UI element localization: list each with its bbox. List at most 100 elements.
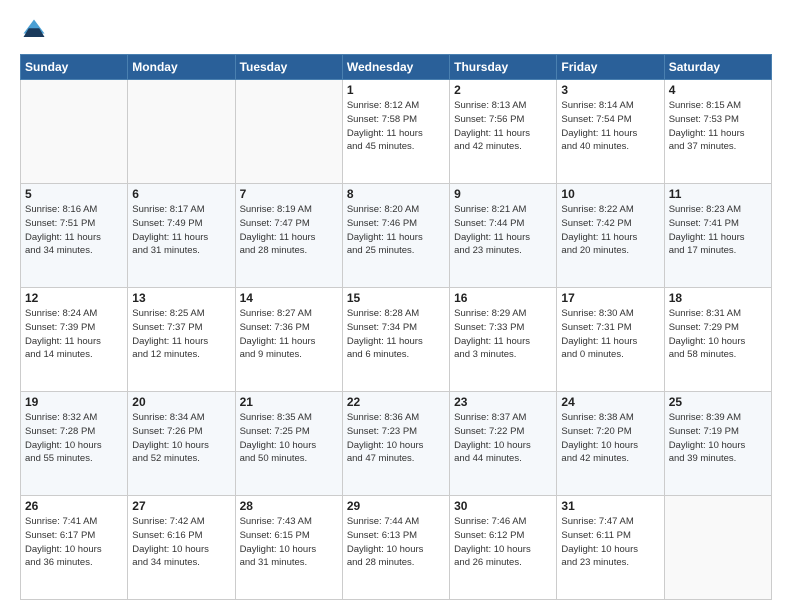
day-number: 26 [25, 499, 123, 513]
day-number: 23 [454, 395, 552, 409]
day-number: 20 [132, 395, 230, 409]
calendar-cell-5-6: 31 Sunrise: 7:47 AMSunset: 6:11 PMDayligh… [557, 496, 664, 600]
week-row-5: 26Sunrise: 7:41 AMSunset: 6:17 PMDayligh… [21, 496, 772, 600]
day-number: 3 [561, 83, 659, 97]
calendar-cell-2-3: 7 Sunrise: 8:19 AMSunset: 7:47 PMDaylight… [235, 184, 342, 288]
week-row-3: 12 Sunrise: 8:24 AMSunset: 7:39 PMDayligh… [21, 288, 772, 392]
day-number: 4 [669, 83, 767, 97]
day-number: 2 [454, 83, 552, 97]
calendar-cell-2-1: 5 Sunrise: 8:16 AMSunset: 7:51 PMDaylight… [21, 184, 128, 288]
week-row-4: 19 Sunrise: 8:32 AMSunset: 7:28 PMDayligh… [21, 392, 772, 496]
day-number: 27 [132, 499, 230, 513]
day-info: Sunrise: 8:17 AMSunset: 7:49 PMDaylight:… [132, 203, 230, 258]
weekday-header-row: SundayMondayTuesdayWednesdayThursdayFrid… [21, 55, 772, 80]
day-number: 31 [561, 499, 659, 513]
week-row-2: 5 Sunrise: 8:16 AMSunset: 7:51 PMDaylight… [21, 184, 772, 288]
day-info: Sunrise: 8:12 AMSunset: 7:58 PMDaylight:… [347, 99, 445, 154]
weekday-header-tuesday: Tuesday [235, 55, 342, 80]
weekday-header-saturday: Saturday [664, 55, 771, 80]
day-number: 28 [240, 499, 338, 513]
day-info: Sunrise: 8:29 AMSunset: 7:33 PMDaylight:… [454, 307, 552, 362]
day-number: 17 [561, 291, 659, 305]
day-number: 22 [347, 395, 445, 409]
logo-icon [20, 16, 48, 44]
day-number: 14 [240, 291, 338, 305]
calendar-cell-2-2: 6 Sunrise: 8:17 AMSunset: 7:49 PMDaylight… [128, 184, 235, 288]
day-number: 10 [561, 187, 659, 201]
calendar-cell-5-5: 30 Sunrise: 7:46 AMSunset: 6:12 PMDayligh… [450, 496, 557, 600]
calendar-cell-1-4: 1 Sunrise: 8:12 AMSunset: 7:58 PMDaylight… [342, 80, 449, 184]
day-number: 15 [347, 291, 445, 305]
calendar-cell-4-7: 25 Sunrise: 8:39 AMSunset: 7:19 PMDayligh… [664, 392, 771, 496]
day-number: 19 [25, 395, 123, 409]
day-number: 9 [454, 187, 552, 201]
day-number: 25 [669, 395, 767, 409]
calendar-cell-2-4: 8 Sunrise: 8:20 AMSunset: 7:46 PMDaylight… [342, 184, 449, 288]
calendar-cell-4-3: 21 Sunrise: 8:35 AMSunset: 7:25 PMDayligh… [235, 392, 342, 496]
calendar-cell-5-1: 26Sunrise: 7:41 AMSunset: 6:17 PMDayligh… [21, 496, 128, 600]
day-info: Sunrise: 8:35 AMSunset: 7:25 PMDaylight:… [240, 411, 338, 466]
day-number: 7 [240, 187, 338, 201]
calendar-cell-1-5: 2 Sunrise: 8:13 AMSunset: 7:56 PMDaylight… [450, 80, 557, 184]
day-info: Sunrise: 8:19 AMSunset: 7:47 PMDaylight:… [240, 203, 338, 258]
day-info: Sunrise: 8:36 AMSunset: 7:23 PMDaylight:… [347, 411, 445, 466]
weekday-header-wednesday: Wednesday [342, 55, 449, 80]
day-info: Sunrise: 8:39 AMSunset: 7:19 PMDaylight:… [669, 411, 767, 466]
logo [20, 16, 52, 44]
weekday-header-sunday: Sunday [21, 55, 128, 80]
calendar-cell-4-4: 22 Sunrise: 8:36 AMSunset: 7:23 PMDayligh… [342, 392, 449, 496]
day-number: 16 [454, 291, 552, 305]
day-number: 12 [25, 291, 123, 305]
day-info: Sunrise: 8:38 AMSunset: 7:20 PMDaylight:… [561, 411, 659, 466]
day-info: Sunrise: 8:22 AMSunset: 7:42 PMDaylight:… [561, 203, 659, 258]
calendar-cell-3-1: 12 Sunrise: 8:24 AMSunset: 7:39 PMDayligh… [21, 288, 128, 392]
day-number: 5 [25, 187, 123, 201]
day-number: 8 [347, 187, 445, 201]
day-number: 11 [669, 187, 767, 201]
calendar-cell-3-2: 13Sunrise: 8:25 AMSunset: 7:37 PMDayligh… [128, 288, 235, 392]
day-info: Sunrise: 8:15 AMSunset: 7:53 PMDaylight:… [669, 99, 767, 154]
day-number: 30 [454, 499, 552, 513]
day-info: Sunrise: 8:21 AMSunset: 7:44 PMDaylight:… [454, 203, 552, 258]
day-info: Sunrise: 8:14 AMSunset: 7:54 PMDaylight:… [561, 99, 659, 154]
calendar-cell-5-4: 29 Sunrise: 7:44 AMSunset: 6:13 PMDayligh… [342, 496, 449, 600]
header [20, 16, 772, 44]
day-info: Sunrise: 8:13 AMSunset: 7:56 PMDaylight:… [454, 99, 552, 154]
calendar-cell-4-6: 24 Sunrise: 8:38 AMSunset: 7:20 PMDayligh… [557, 392, 664, 496]
day-number: 29 [347, 499, 445, 513]
day-info: Sunrise: 7:42 AMSunset: 6:16 PMDaylight:… [132, 515, 230, 570]
day-number: 18 [669, 291, 767, 305]
calendar-cell-2-5: 9 Sunrise: 8:21 AMSunset: 7:44 PMDaylight… [450, 184, 557, 288]
day-info: Sunrise: 8:37 AMSunset: 7:22 PMDaylight:… [454, 411, 552, 466]
weekday-header-monday: Monday [128, 55, 235, 80]
calendar-cell-1-7: 4 Sunrise: 8:15 AMSunset: 7:53 PMDaylight… [664, 80, 771, 184]
day-info: Sunrise: 7:47 AMSunset: 6:11 PMDaylight:… [561, 515, 659, 570]
calendar-cell-3-6: 17 Sunrise: 8:30 AMSunset: 7:31 PMDayligh… [557, 288, 664, 392]
day-info: Sunrise: 8:20 AMSunset: 7:46 PMDaylight:… [347, 203, 445, 258]
weekday-header-friday: Friday [557, 55, 664, 80]
day-info: Sunrise: 8:32 AMSunset: 7:28 PMDaylight:… [25, 411, 123, 466]
day-number: 6 [132, 187, 230, 201]
calendar-cell-4-5: 23 Sunrise: 8:37 AMSunset: 7:22 PMDayligh… [450, 392, 557, 496]
week-row-1: 1 Sunrise: 8:12 AMSunset: 7:58 PMDaylight… [21, 80, 772, 184]
day-info: Sunrise: 7:43 AMSunset: 6:15 PMDaylight:… [240, 515, 338, 570]
day-info: Sunrise: 7:46 AMSunset: 6:12 PMDaylight:… [454, 515, 552, 570]
day-info: Sunrise: 8:30 AMSunset: 7:31 PMDaylight:… [561, 307, 659, 362]
day-info: Sunrise: 8:31 AMSunset: 7:29 PMDaylight:… [669, 307, 767, 362]
day-number: 21 [240, 395, 338, 409]
calendar-cell-4-2: 20Sunrise: 8:34 AMSunset: 7:26 PMDayligh… [128, 392, 235, 496]
calendar-cell-1-6: 3 Sunrise: 8:14 AMSunset: 7:54 PMDaylight… [557, 80, 664, 184]
calendar-cell-5-7 [664, 496, 771, 600]
day-number: 13 [132, 291, 230, 305]
weekday-header-thursday: Thursday [450, 55, 557, 80]
calendar-cell-1-2 [128, 80, 235, 184]
day-info: Sunrise: 8:28 AMSunset: 7:34 PMDaylight:… [347, 307, 445, 362]
day-info: Sunrise: 8:16 AMSunset: 7:51 PMDaylight:… [25, 203, 123, 258]
calendar-cell-2-6: 10 Sunrise: 8:22 AMSunset: 7:42 PMDayligh… [557, 184, 664, 288]
day-number: 1 [347, 83, 445, 97]
day-info: Sunrise: 7:44 AMSunset: 6:13 PMDaylight:… [347, 515, 445, 570]
day-info: Sunrise: 8:27 AMSunset: 7:36 PMDaylight:… [240, 307, 338, 362]
calendar-cell-5-3: 28 Sunrise: 7:43 AMSunset: 6:15 PMDayligh… [235, 496, 342, 600]
day-info: Sunrise: 8:24 AMSunset: 7:39 PMDaylight:… [25, 307, 123, 362]
day-number: 24 [561, 395, 659, 409]
